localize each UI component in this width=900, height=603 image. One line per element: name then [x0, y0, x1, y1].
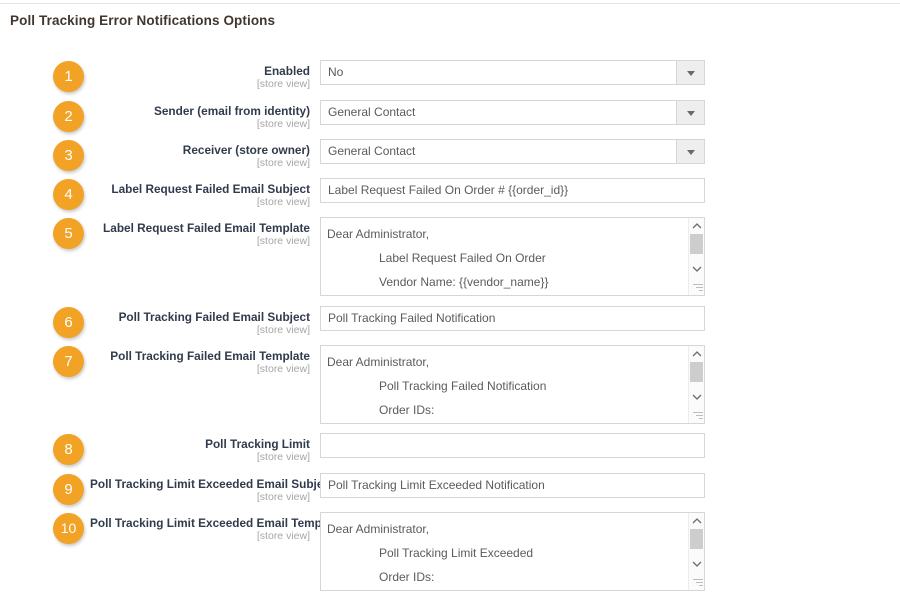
- field-control-poll-tracking-limit-exceeded-email-template: Dear Administrator, Poll Tracking Limit E…: [320, 512, 705, 591]
- textarea-poll-tracking-failed-email-template[interactable]: Dear Administrator, Poll Tracking Failed …: [320, 345, 705, 424]
- field-label-label-request-failed-email-subject: Label Request Failed Email Subject [store…: [90, 182, 310, 209]
- field-scope-text: [store view]: [256, 118, 310, 130]
- field-control-sender-email-from-identity: General Contact: [320, 100, 705, 125]
- textarea-line: Poll Tracking Limit Exceeded: [379, 546, 534, 560]
- field-label-poll-tracking-limit-exceeded-email-template: Poll Tracking Limit Exceeded Email Templ…: [90, 516, 343, 543]
- resize-handle-icon[interactable]: [692, 578, 703, 589]
- scroll-down-icon[interactable]: [689, 390, 704, 404]
- field-label-text: Enabled: [264, 64, 310, 78]
- scroll-down-icon[interactable]: [689, 262, 704, 276]
- field-control-poll-tracking-failed-email-subject: Poll Tracking Failed Notification: [320, 306, 705, 331]
- field-scope-text: [store view]: [256, 78, 310, 90]
- textarea-content: Dear Administrator, Label Request Failed …: [327, 222, 686, 294]
- field-scope-text: [store view]: [256, 324, 310, 336]
- field-control-receiver-store-owner: General Contact: [320, 139, 705, 164]
- field-label-receiver-store-owner: Receiver (store owner) [store view]: [90, 143, 310, 170]
- field-label-label-request-failed-email-template: Label Request Failed Email Template [stor…: [90, 221, 310, 248]
- scroll-up-icon[interactable]: [689, 219, 704, 233]
- resize-handle-icon[interactable]: [692, 411, 703, 422]
- textarea-label-request-failed-email-template[interactable]: Dear Administrator, Label Request Failed …: [320, 217, 705, 296]
- field-scope-text: [store view]: [256, 157, 310, 169]
- textarea-content: Dear Administrator, Poll Tracking Limit E…: [327, 517, 686, 589]
- scrollbar-thumb[interactable]: [690, 234, 703, 254]
- textarea-line: Order IDs:: [379, 570, 435, 584]
- scrollbar-thumb[interactable]: [690, 362, 703, 382]
- field-label-poll-tracking-failed-email-subject: Poll Tracking Failed Email Subject [store…: [90, 310, 310, 337]
- select-value: General Contact: [328, 144, 416, 158]
- field-label-text: Receiver (store owner): [182, 143, 310, 157]
- step-badge-4: 4: [53, 179, 84, 210]
- field-control-enabled: No: [320, 60, 705, 85]
- field-label-text: Poll Tracking Limit: [205, 437, 310, 451]
- input-value: Poll Tracking Failed Notification: [328, 311, 496, 325]
- step-badge-6: 6: [53, 307, 84, 338]
- textarea-line: Vendor Name: {{vendor_name}}: [379, 275, 549, 289]
- field-label-poll-tracking-limit-exceeded-email-subject: Poll Tracking Limit Exceeded Email Subje…: [90, 477, 334, 504]
- input-poll-tracking-failed-email-subject[interactable]: Poll Tracking Failed Notification: [320, 306, 705, 331]
- textarea-line: Poll Tracking Failed Notification: [379, 379, 547, 393]
- step-badge-5: 5: [53, 218, 84, 249]
- textarea-line: Label Request Failed On Order: [379, 251, 546, 265]
- resize-handle-icon[interactable]: [692, 283, 703, 294]
- step-badge-9: 9: [53, 474, 84, 505]
- chevron-down-icon[interactable]: [676, 140, 704, 163]
- page-title: Poll Tracking Error Notifications Option…: [10, 13, 276, 28]
- chevron-down-icon[interactable]: [676, 61, 704, 84]
- scroll-up-icon[interactable]: [689, 514, 704, 528]
- field-control-poll-tracking-limit-exceeded-email-subject: Poll Tracking Limit Exceeded Notificatio…: [320, 473, 705, 498]
- step-badge-2: 2: [53, 101, 84, 132]
- field-label-text: Sender (email from identity): [153, 104, 310, 118]
- field-control-label-request-failed-email-template: Dear Administrator, Label Request Failed …: [320, 217, 705, 296]
- field-scope-text: [store view]: [256, 363, 310, 375]
- step-badge-1: 1: [53, 61, 84, 92]
- textarea-line: Dear Administrator,: [327, 522, 430, 536]
- field-control-label-request-failed-email-subject: Label Request Failed On Order # {{order_…: [320, 178, 705, 203]
- scroll-down-icon[interactable]: [689, 557, 704, 571]
- textarea-line: Dear Administrator,: [327, 355, 430, 369]
- field-scope-text: [store view]: [256, 491, 310, 503]
- step-badge-7: 7: [53, 346, 84, 377]
- textarea-line: Dear Administrator,: [327, 227, 430, 241]
- field-label-enabled: Enabled [store view]: [90, 64, 310, 91]
- input-poll-tracking-limit-exceeded-email-subject[interactable]: Poll Tracking Limit Exceeded Notificatio…: [320, 473, 705, 498]
- field-scope-text: [store view]: [256, 530, 310, 542]
- select-enabled[interactable]: No: [320, 60, 705, 85]
- step-badge-10: 10: [53, 513, 84, 544]
- field-label-text: Poll Tracking Limit Exceeded Email Templ…: [90, 516, 343, 530]
- field-label-sender-email-from-identity: Sender (email from identity) [store view]: [90, 104, 310, 131]
- field-control-poll-tracking-failed-email-template: Dear Administrator, Poll Tracking Failed …: [320, 345, 705, 424]
- textarea-content: Dear Administrator, Poll Tracking Failed …: [327, 350, 686, 422]
- top-divider: [0, 3, 900, 4]
- step-badge-3: 3: [53, 140, 84, 171]
- scrollbar-thumb[interactable]: [690, 529, 703, 549]
- select-value: No: [328, 65, 344, 79]
- field-scope-text: [store view]: [256, 235, 310, 247]
- field-label-poll-tracking-limit: Poll Tracking Limit [store view]: [90, 437, 310, 464]
- field-scope-text: [store view]: [256, 196, 310, 208]
- input-value: Poll Tracking Limit Exceeded Notificatio…: [328, 478, 545, 492]
- input-label-request-failed-email-subject[interactable]: Label Request Failed On Order # {{order_…: [320, 178, 705, 203]
- select-sender-email-from-identity[interactable]: General Contact: [320, 100, 705, 125]
- field-control-poll-tracking-limit: [320, 433, 705, 458]
- field-scope-text: [store view]: [256, 451, 310, 463]
- field-label-text: Label Request Failed Email Template: [103, 221, 310, 235]
- step-badge-8: 8: [53, 434, 84, 465]
- chevron-down-icon[interactable]: [676, 101, 704, 124]
- field-label-text: Poll Tracking Failed Email Subject: [118, 310, 310, 324]
- select-value: General Contact: [328, 105, 416, 119]
- field-label-poll-tracking-failed-email-template: Poll Tracking Failed Email Template [stor…: [90, 349, 310, 376]
- field-label-text: Poll Tracking Failed Email Template: [110, 349, 310, 363]
- textarea-poll-tracking-limit-exceeded-email-template[interactable]: Dear Administrator, Poll Tracking Limit E…: [320, 512, 705, 591]
- scroll-up-icon[interactable]: [689, 347, 704, 361]
- input-poll-tracking-limit[interactable]: [320, 433, 705, 458]
- input-value: Label Request Failed On Order # {{order_…: [328, 183, 569, 197]
- field-label-text: Label Request Failed Email Subject: [111, 182, 310, 196]
- field-label-text: Poll Tracking Limit Exceeded Email Subje…: [90, 477, 334, 491]
- textarea-line: Order IDs:: [379, 403, 435, 417]
- select-receiver-store-owner[interactable]: General Contact: [320, 139, 705, 164]
